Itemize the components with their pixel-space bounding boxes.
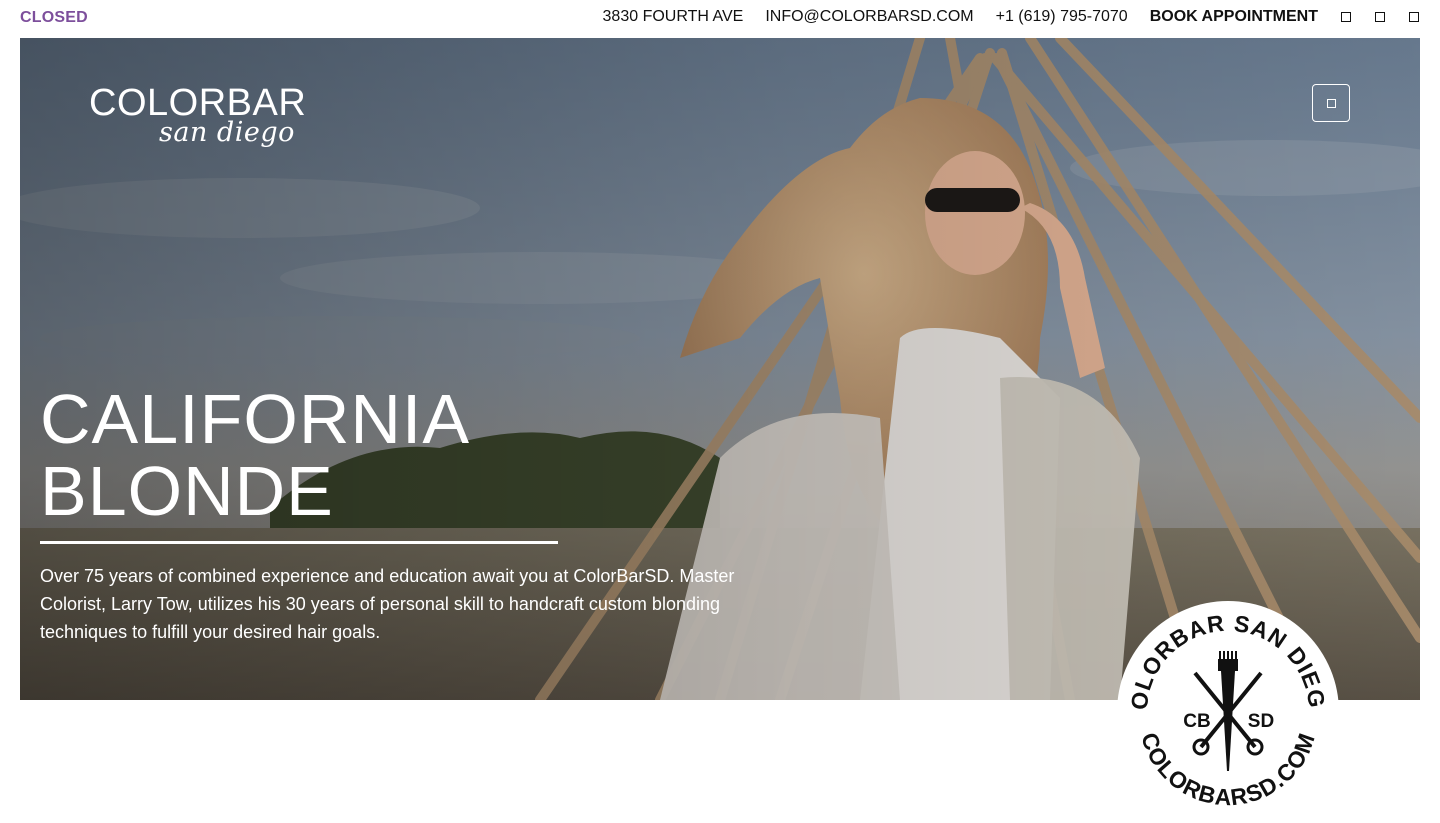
logo-subtitle: san diego	[159, 117, 295, 148]
menu-button[interactable]	[1312, 84, 1350, 122]
hero-divider	[40, 541, 558, 544]
social-icon-3[interactable]	[1408, 11, 1420, 23]
hero-description: Over 75 years of combined experience and…	[40, 566, 735, 642]
hero-title-line2: BLONDE	[40, 452, 334, 530]
menu-icon	[1326, 98, 1336, 108]
phone-link[interactable]: +1 (619) 795-7070	[996, 8, 1128, 26]
email-link[interactable]: INFO@COLORBARSD.COM	[765, 8, 973, 26]
badge-right-text: SD	[1248, 711, 1274, 732]
book-appointment-link[interactable]: BOOK APPOINTMENT	[1150, 8, 1318, 26]
top-bar: CLOSED 3830 FOURTH AVE INFO@COLORBARSD.C…	[0, 0, 1440, 36]
badge-left-text: CB	[1183, 711, 1210, 732]
site-logo[interactable]: COLORBAR san diego	[89, 82, 306, 148]
hero-title-line1: CALIFORNIA	[40, 380, 471, 458]
address-link[interactable]: 3830 FOURTH AVE	[603, 8, 744, 26]
colorbar-badge: COLORBAR SAN DIEGO COLORBARSD.COM CB SD	[1117, 601, 1339, 823]
top-nav: 3830 FOURTH AVE INFO@COLORBARSD.COM +1 (…	[581, 8, 1420, 26]
hero-title: CALIFORNIA BLONDE	[40, 383, 470, 527]
business-status: CLOSED	[20, 9, 88, 26]
social-icon-1[interactable]	[1340, 11, 1352, 23]
social-icon-2[interactable]	[1374, 11, 1386, 23]
